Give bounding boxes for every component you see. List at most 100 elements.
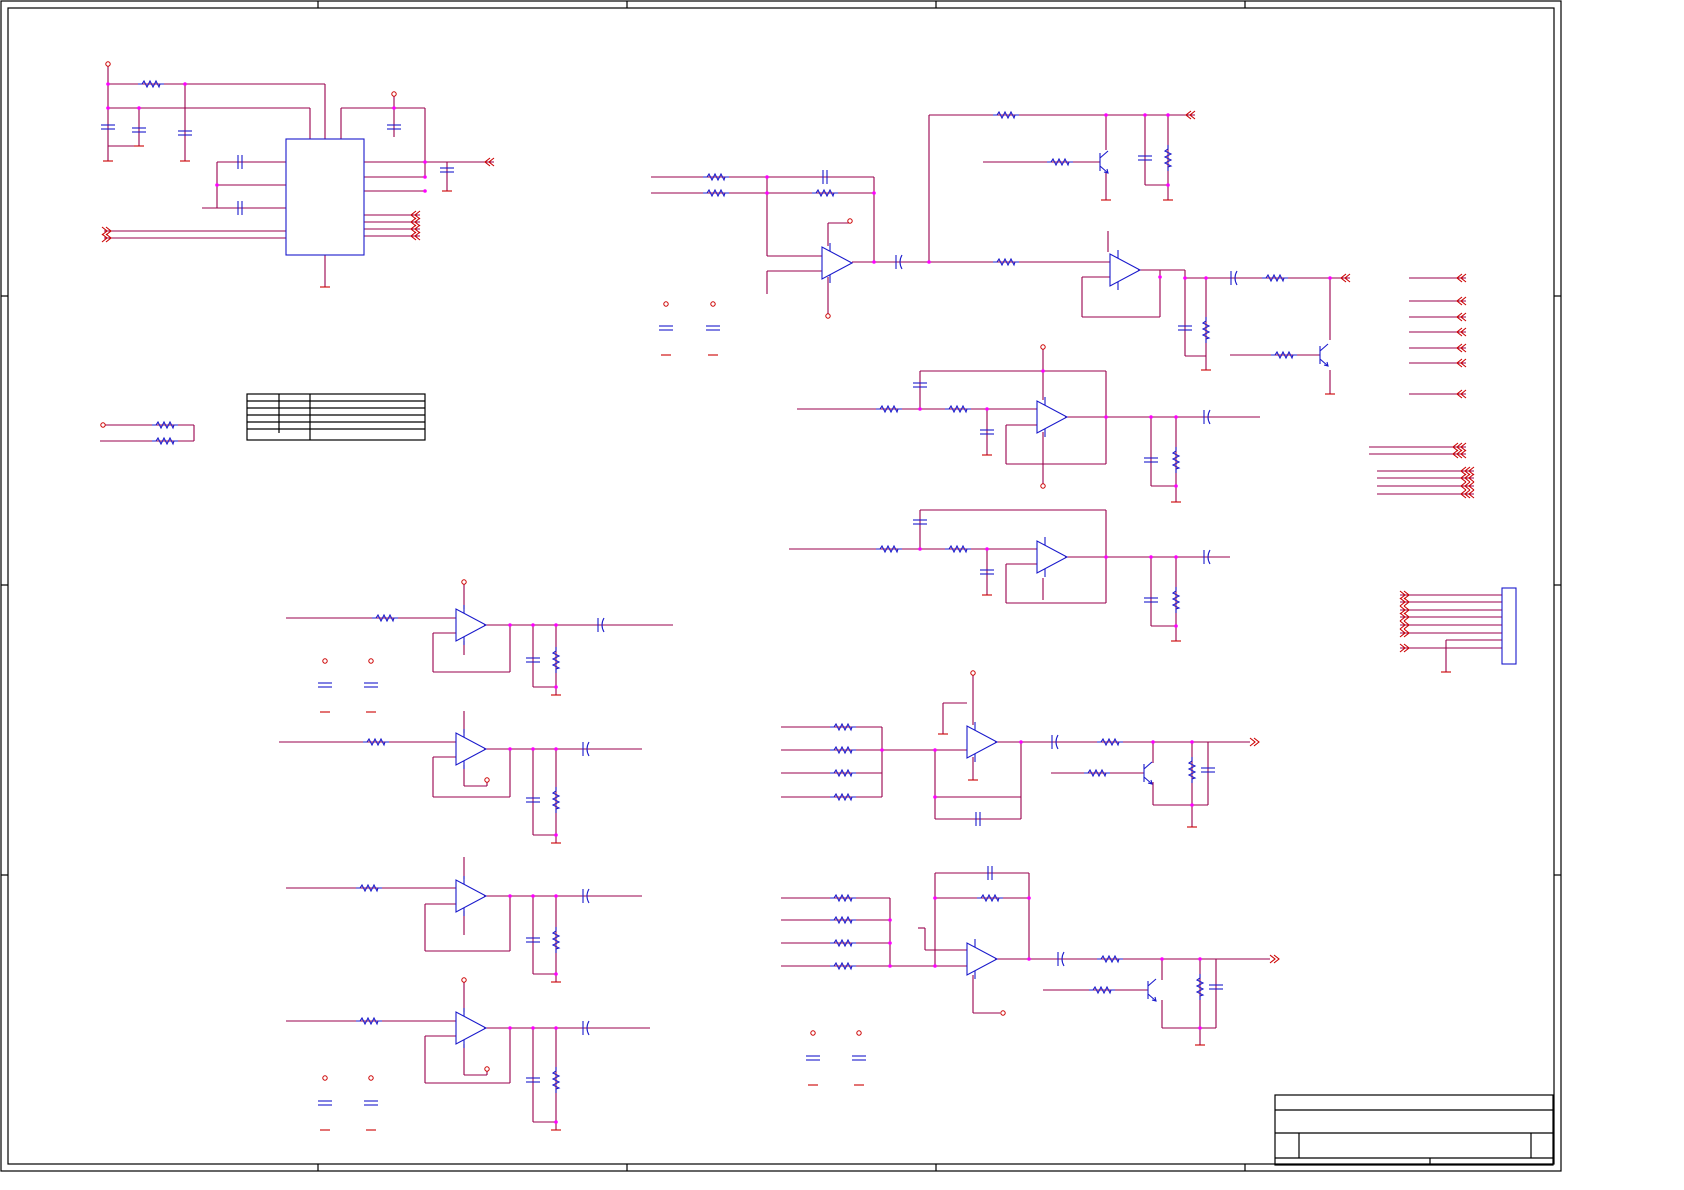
resistor-icon [977,893,1003,903]
junction-dot [888,941,892,945]
resistor-pair-wiring [100,424,195,442]
capacitor-icon [318,1100,332,1106]
power-pin-icon [484,1066,490,1072]
resistor-icon [356,1016,382,1026]
junction-dot [1190,740,1194,744]
opamp-icon [1036,537,1069,577]
resistor-icon [945,404,971,414]
junction-dot [1166,183,1170,187]
junction-dot [1143,113,1147,117]
junction-dot [1019,740,1023,744]
opamps [455,243,1142,1048]
power-pin-icon [461,579,467,585]
resistor-icon [830,915,856,925]
resistor-icon [830,722,856,732]
resistor-icon [703,188,729,198]
opamp-icon [966,939,999,979]
junction-dot [531,747,535,751]
junction-dot [554,894,558,898]
resistor-icon [830,768,856,778]
npn-transistor-icon [1143,761,1153,785]
power-pin-icon [368,1075,374,1081]
junction-dot [508,1026,512,1030]
junction-dot [888,918,892,922]
resistor-icon [1187,757,1197,783]
junction-dot [137,106,141,110]
resistor-icon [356,883,382,893]
resistor-icon [152,420,178,430]
junction-dot [872,260,876,264]
npn-transistor-icon [1147,978,1157,1002]
resistor-icon [1089,985,1115,995]
junction-dot [1041,369,1045,373]
junction-dot [1174,555,1178,559]
opamp-icon [966,722,999,762]
capacitor-icon [852,1055,866,1061]
junction-dot [554,1026,558,1030]
capacitor-icon [659,325,673,331]
resistor-icon [551,787,561,813]
resistor-icon [945,544,971,554]
junction-dot [872,191,876,195]
power-pin-icon [484,777,490,783]
power-pin-icon [856,1030,862,1036]
junction-dot [508,747,512,751]
power-pin-icon [100,422,106,428]
resistor-icon [993,257,1019,267]
schematic-sheet [0,0,1684,1190]
resistor-icon [372,613,398,623]
ic-chip [285,138,365,256]
junction-dot [554,685,558,689]
resistor-icon [830,745,856,755]
resistor-icon [876,544,902,554]
junction-dot [985,407,989,411]
resistor-icon [1201,317,1211,343]
opamp-icon [821,243,854,283]
opamp-icon [455,1008,488,1048]
junction-dot [1166,113,1170,117]
junction-dot [1190,803,1194,807]
power-pin-icon [322,658,328,664]
junction-dot [1151,740,1155,744]
junction-dot [918,407,922,411]
capacitor-icon [706,325,720,331]
resistor-icon [993,110,1019,120]
connector-wiring [1400,594,1502,672]
resistor-icon [1271,350,1297,360]
ground-pins [103,145,1451,1131]
resistor-icon [703,172,729,182]
junction-dot [554,833,558,837]
junction-dot [554,972,558,976]
port-arrow-icon [1269,954,1280,964]
junction-dot [508,894,512,898]
power-pin-icon [105,61,111,67]
resistor-icon [551,647,561,673]
junction-dot [765,175,769,179]
capacitor-icon [364,682,378,688]
junction-dot [918,547,922,551]
opamp-stage-1-wiring [651,114,1350,394]
junction-dot [215,183,219,187]
capacitor-icon [364,1100,378,1106]
power-pin-icon [970,670,976,676]
npn-transistor-icon [1099,150,1109,174]
resistors [138,79,1297,1093]
junctions [106,82,1332,1124]
junction-dot [933,896,937,900]
junction-dot [1183,276,1187,280]
junction-dot [554,623,558,627]
capacitors [101,124,1238,1106]
power-pin-icon [1000,1010,1006,1016]
junction-dot [554,1120,558,1124]
junction-dot [888,964,892,968]
resistor-icon [830,938,856,948]
junction-dot [1174,415,1178,419]
resistor-icon [830,792,856,802]
power-pin-icon [1040,344,1046,350]
junction-dot [1204,276,1208,280]
junction-dot [392,106,396,110]
opamp-stage-2-wiring [797,349,1260,502]
junction-dot [1104,113,1108,117]
junction-dot [1149,415,1153,419]
schematic-canvas [0,0,1562,1172]
